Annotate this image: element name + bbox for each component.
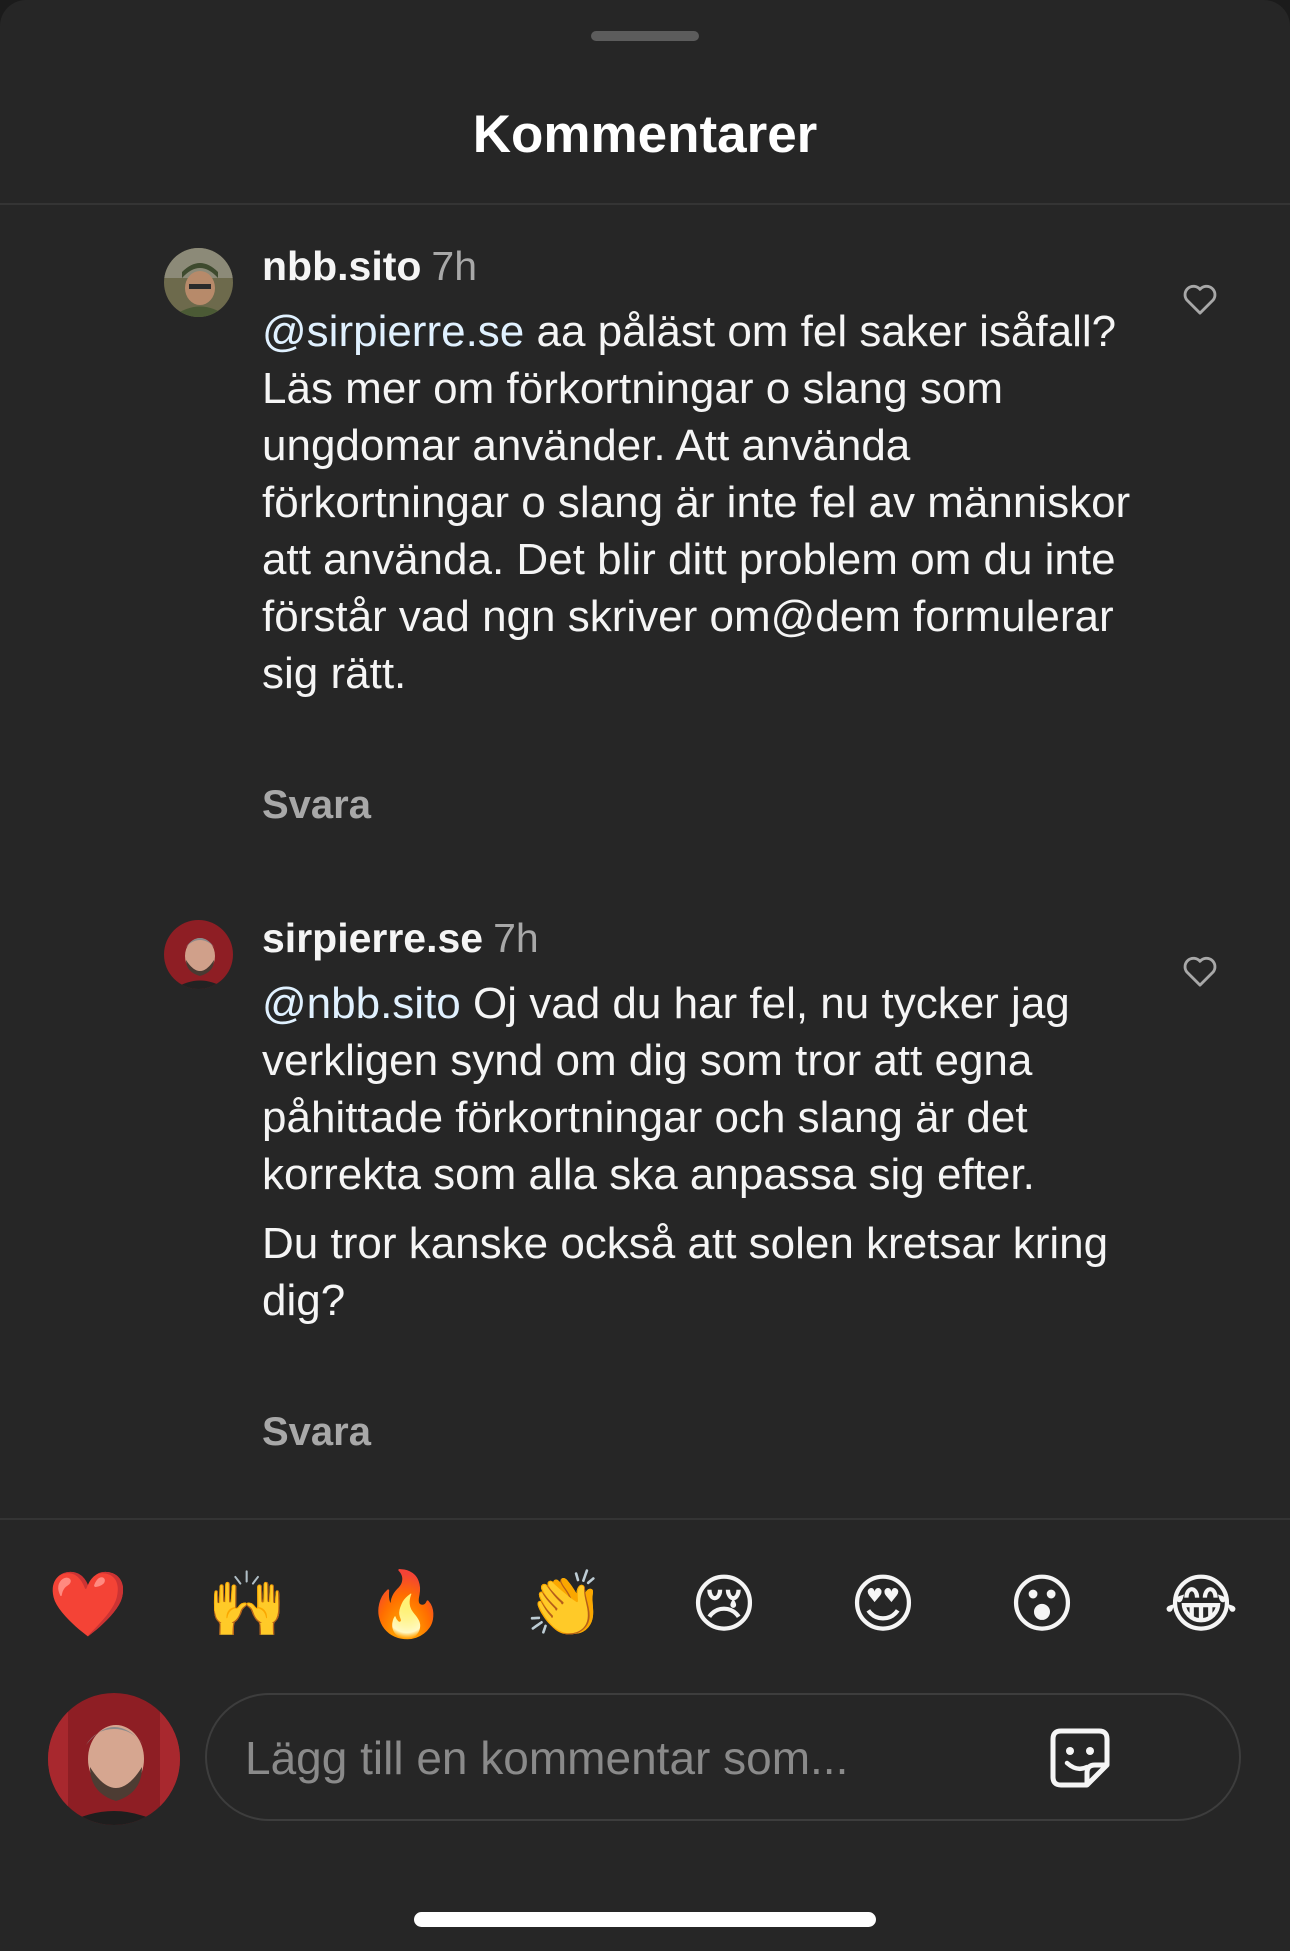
- avatar[interactable]: [164, 248, 233, 317]
- comment-timestamp: 7h: [431, 243, 478, 289]
- comment-paragraph: aa påläst om fel saker isåfall? Läs mer …: [262, 307, 1131, 698]
- laughing-emoji-button[interactable]: 😂: [1161, 1565, 1241, 1645]
- crying-emoji-button[interactable]: 😢: [684, 1565, 764, 1645]
- comment-username[interactable]: nbb.sito: [262, 243, 421, 289]
- comment-meta: nbb.sito 7h: [262, 241, 477, 291]
- heart-eyes-emoji-button[interactable]: 😍: [843, 1565, 923, 1645]
- comment-timestamp: 7h: [493, 915, 539, 961]
- home-indicator[interactable]: [414, 1912, 876, 1927]
- comment-input[interactable]: [243, 1721, 1027, 1795]
- sheet-grabber[interactable]: [591, 31, 699, 41]
- comment-text: @sirpierre.se aa påläst om fel saker iså…: [262, 303, 1132, 702]
- fire-emoji-button[interactable]: 🔥: [366, 1565, 446, 1645]
- heart-outline-icon[interactable]: [1180, 951, 1220, 991]
- comment-composer: [205, 1693, 1241, 1821]
- heart-outline-icon[interactable]: [1180, 279, 1220, 319]
- comment-text: @nbb.sito Oj vad du har fel, nu tycker j…: [262, 975, 1132, 1329]
- reply-button[interactable]: Svara: [262, 783, 371, 828]
- reply-button[interactable]: Svara: [262, 1410, 371, 1455]
- comments-sheet: Kommentarer nbb.sito 7h @sirpierre.se aa …: [0, 0, 1290, 1951]
- avatar[interactable]: [164, 920, 233, 989]
- surprised-emoji-button[interactable]: 😮: [1002, 1565, 1082, 1645]
- current-user-avatar: [48, 1693, 180, 1825]
- mention-link[interactable]: @sirpierre.se: [262, 307, 524, 356]
- raised-hands-emoji-button[interactable]: 🙌: [207, 1565, 287, 1645]
- page-title: Kommentarer: [472, 105, 818, 164]
- sticker-icon[interactable]: [1047, 1725, 1113, 1791]
- header-divider: [0, 203, 1290, 205]
- comment-paragraph: Du tror kanske också att solen kretsar k…: [262, 1219, 1109, 1325]
- composer-divider: [0, 1518, 1290, 1520]
- clapping-emoji-button[interactable]: 👏: [525, 1565, 605, 1645]
- quick-reactions: ❤️ 🙌 🔥 👏 😢 😍 😮 😂: [0, 1565, 1290, 1645]
- heart-emoji-button[interactable]: ❤️: [48, 1565, 128, 1645]
- comment-meta: sirpierre.se 7h: [262, 913, 539, 963]
- comment-username[interactable]: sirpierre.se: [262, 915, 483, 961]
- mention-link[interactable]: @nbb.sito: [262, 979, 461, 1028]
